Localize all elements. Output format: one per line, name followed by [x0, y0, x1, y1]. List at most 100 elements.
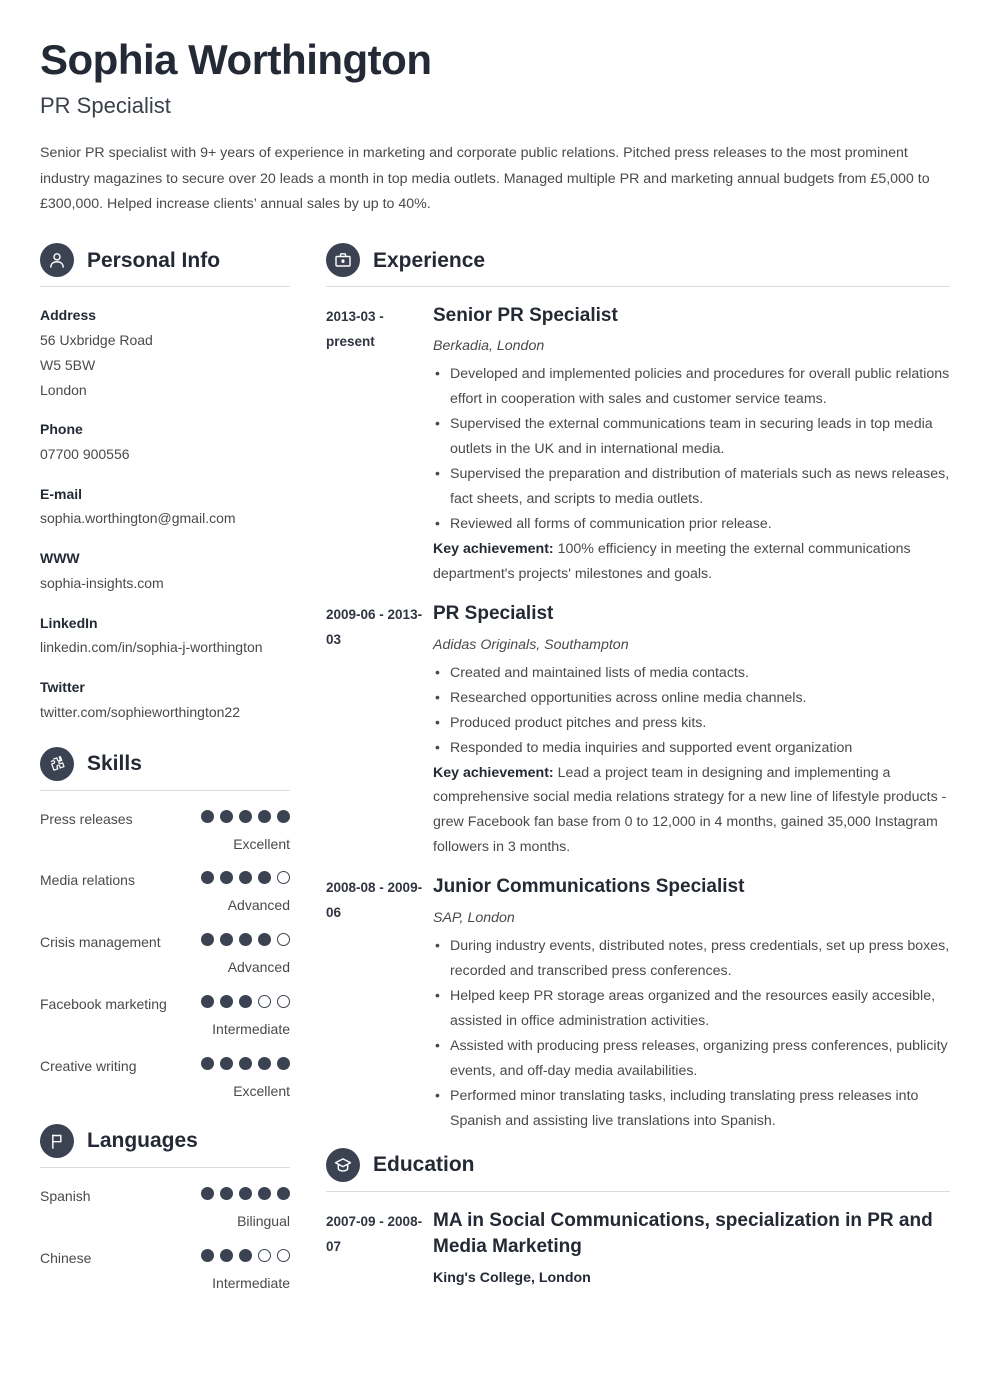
- entry-role: Senior PR Specialist: [433, 305, 618, 327]
- divider: [40, 286, 290, 288]
- divider: [40, 789, 290, 791]
- skill-rating-dots: [201, 995, 290, 1009]
- info-value: 07700 900556: [40, 445, 130, 462]
- skill-name: Media relations: [40, 872, 135, 889]
- experience-header: Experience: [326, 243, 950, 286]
- skill-name: Facebook marketing: [40, 996, 167, 1013]
- bullet: During industry events, distributed note…: [433, 933, 950, 984]
- job-title: PR Specialist: [40, 93, 171, 119]
- skill-name: Creative writing: [40, 1058, 137, 1075]
- resume-page: Sophia Worthington PR Specialist Senior …: [0, 0, 990, 1308]
- info-block-email: E-mail sophia.worthington@gmail.com: [40, 482, 290, 531]
- experience-title: Experience: [373, 248, 486, 272]
- bullet: Supervised the preparation and distribut…: [433, 461, 950, 512]
- bullet: Researched opportunities across online m…: [433, 685, 950, 711]
- bullet: Supervised the external communications t…: [433, 411, 950, 462]
- info-label: Address: [40, 307, 97, 324]
- entry-achievement: Key achievement: Lead a project team in …: [433, 761, 950, 861]
- skill-item: Facebook marketing Intermediate: [40, 992, 290, 1042]
- entry-dates: 2013-03 - present: [326, 309, 384, 350]
- info-block-address: Address 56 Uxbridge Road W5 5BW London: [40, 303, 290, 402]
- bullet: Created and maintained lists of media co…: [433, 660, 950, 686]
- entry-dates: 2008-08 - 2009-06: [326, 880, 423, 921]
- languages-title: Languages: [87, 1129, 198, 1153]
- section-skills: Skills Press releases Excellent Media re…: [40, 746, 290, 1104]
- right-column: Experience 2013-03 - present Senior PR S…: [326, 243, 950, 1303]
- info-block-twitter: Twitter twitter.com/sophieworthington22: [40, 675, 290, 724]
- skill-item: Media relations Advanced: [40, 868, 290, 918]
- degree-title: MA in Social Communications, specializat…: [433, 1209, 933, 1257]
- bullet: Helped keep PR storage areas organized a…: [433, 983, 950, 1034]
- school-name: King's College, London: [433, 1269, 591, 1286]
- twitter-link[interactable]: twitter.com/sophieworthington22: [40, 700, 290, 725]
- skill-rating-dots: [201, 1057, 290, 1071]
- info-label: LinkedIn: [40, 614, 98, 631]
- entry-role: Junior Communications Specialist: [433, 876, 745, 898]
- skills-title: Skills: [87, 751, 142, 775]
- divider: [40, 1166, 290, 1168]
- info-label: Phone: [40, 421, 83, 438]
- language-name: Spanish: [40, 1187, 91, 1204]
- bullet: Reviewed all forms of communication prio…: [433, 511, 950, 537]
- info-block-phone: Phone 07700 900556: [40, 417, 290, 466]
- section-personal-info: Personal Info Address 56 Uxbridge Road W…: [40, 243, 290, 724]
- divider: [326, 1190, 950, 1192]
- achievement-label: Key achievement:: [433, 764, 554, 781]
- skill-level: Excellent: [233, 1083, 290, 1100]
- skill-item: Press releases Excellent: [40, 807, 290, 857]
- skill-level: Intermediate: [212, 1021, 290, 1038]
- entry-organization: Adidas Originals, Southampton: [433, 636, 629, 653]
- section-experience: Experience 2013-03 - present Senior PR S…: [326, 243, 950, 1133]
- left-column: Personal Info Address 56 Uxbridge Road W…: [40, 243, 290, 1307]
- info-value: London: [40, 381, 87, 398]
- skill-item: Creative writing Excellent: [40, 1054, 290, 1104]
- experience-entry: 2013-03 - present Senior PR Specialist B…: [326, 303, 950, 587]
- entry-bullets: During industry events, distributed note…: [433, 933, 950, 1134]
- professional-summary: Senior PR specialist with 9+ years of ex…: [40, 145, 930, 212]
- page-title: Sophia Worthington: [40, 36, 432, 83]
- entry-dates: 2007-09 - 2008-07: [326, 1213, 423, 1254]
- bullet: Performed minor translating tasks, inclu…: [433, 1083, 950, 1134]
- language-rating-dots: [201, 1186, 290, 1200]
- language-item: Chinese Intermediate: [40, 1246, 290, 1296]
- graduation-cap-icon: [326, 1147, 360, 1182]
- bullet: Developed and implemented policies and p…: [433, 361, 950, 412]
- skill-level: Excellent: [233, 835, 290, 852]
- puzzle-icon: [40, 746, 74, 781]
- info-value: W5 5BW: [40, 356, 96, 373]
- info-block-linkedin: LinkedIn linkedin.com/in/sophia-j-worthi…: [40, 611, 290, 660]
- divider: [326, 286, 950, 288]
- education-entry: 2007-09 - 2008-07 MA in Social Communica…: [326, 1208, 950, 1290]
- info-label: WWW: [40, 550, 80, 567]
- email-value[interactable]: sophia.worthington@gmail.com: [40, 506, 290, 531]
- personal-info-header: Personal Info: [40, 243, 290, 286]
- skill-level: Advanced: [227, 897, 290, 914]
- entry-bullets: Created and maintained lists of media co…: [433, 660, 950, 761]
- skill-name: Press releases: [40, 810, 133, 827]
- language-item: Spanish Bilingual: [40, 1184, 290, 1234]
- linkedin-link[interactable]: linkedin.com/in/sophia-j-worthington: [40, 635, 290, 660]
- skill-rating-dots: [201, 809, 290, 823]
- bullet: Produced product pitches and press kits.: [433, 710, 950, 736]
- info-value: 56 Uxbridge Road: [40, 331, 153, 348]
- education-header: Education: [326, 1147, 950, 1191]
- info-label: Twitter: [40, 679, 85, 696]
- bullet: Assisted with producing press releases, …: [433, 1033, 950, 1084]
- language-level: Intermediate: [212, 1274, 290, 1291]
- website-link[interactable]: sophia-insights.com: [40, 571, 290, 596]
- language-name: Chinese: [40, 1249, 92, 1266]
- languages-header: Languages: [40, 1123, 290, 1167]
- section-education: Education 2007-09 - 2008-07 MA in Social…: [326, 1147, 950, 1290]
- resume-header: Sophia Worthington PR Specialist Senior …: [40, 36, 950, 217]
- entry-organization: Berkadia, London: [433, 338, 545, 355]
- skill-item: Crisis management Advanced: [40, 930, 290, 980]
- experience-entry: 2008-08 - 2009-06 Junior Communications …: [326, 874, 950, 1133]
- person-icon: [40, 243, 74, 278]
- flag-icon: [40, 1123, 74, 1158]
- entry-achievement: Key achievement: 100% efficiency in meet…: [433, 537, 950, 587]
- skill-rating-dots: [201, 933, 290, 947]
- education-title: Education: [373, 1152, 475, 1176]
- language-level: Bilingual: [237, 1212, 290, 1229]
- skill-rating-dots: [201, 871, 290, 885]
- language-rating-dots: [201, 1248, 290, 1262]
